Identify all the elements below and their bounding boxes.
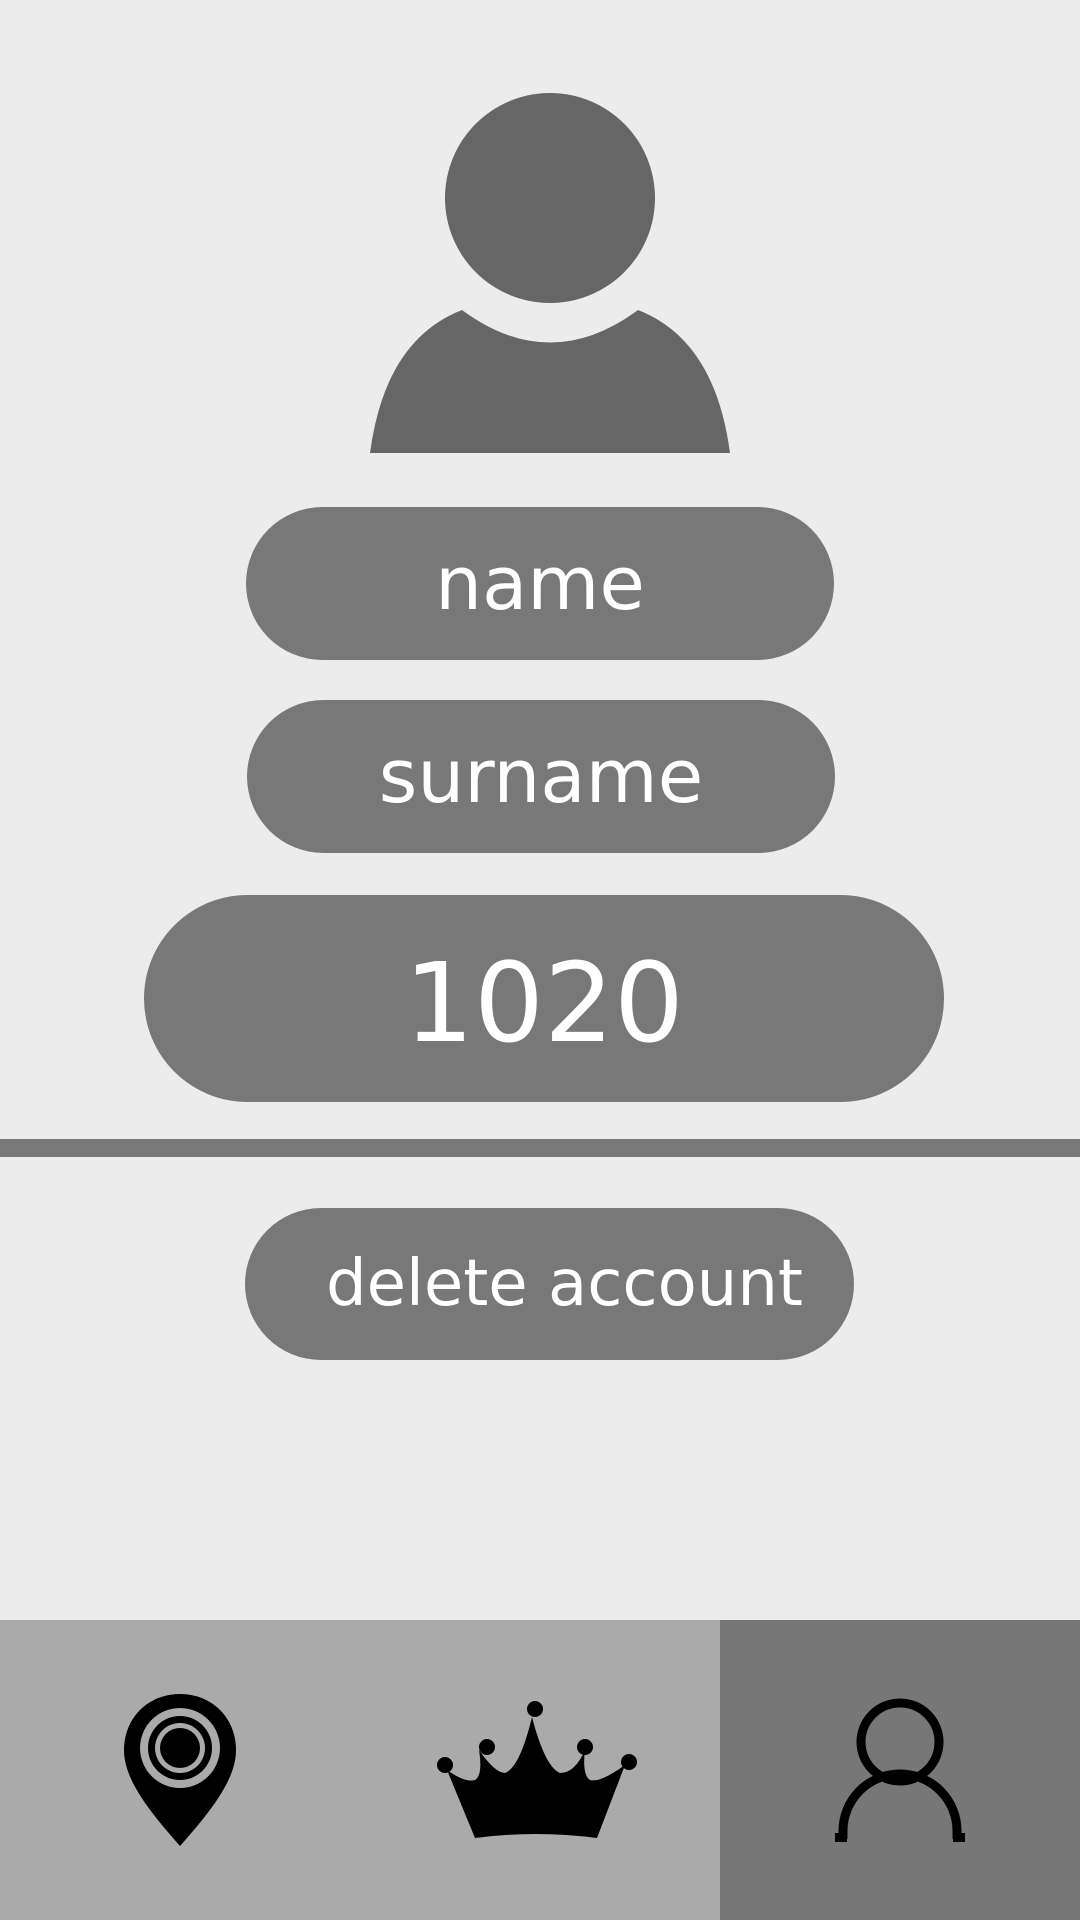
map-pin-icon [124, 1694, 236, 1846]
crown-icon [437, 1701, 637, 1838]
surname-text: surname [378, 733, 704, 820]
name-text: name [435, 540, 645, 627]
bottom-navigation [0, 1620, 1080, 1920]
surname-field[interactable]: surname [247, 700, 835, 853]
delete-account-button[interactable]: delete account [245, 1208, 854, 1360]
delete-account-label: delete account [326, 1247, 803, 1321]
score-badge: 1020 [144, 895, 944, 1102]
score-value: 1020 [404, 938, 684, 1067]
divider [0, 1139, 1080, 1157]
user-silhouette-icon [370, 93, 730, 453]
nav-item-map[interactable] [0, 1620, 360, 1920]
name-field[interactable]: name [246, 507, 834, 660]
profile-screen: name surname 1020 delete account [0, 0, 1080, 1920]
avatar [365, 90, 735, 460]
nav-item-leaderboard[interactable] [360, 1620, 720, 1920]
nav-item-profile[interactable] [720, 1620, 1080, 1920]
user-outline-icon [835, 1698, 965, 1842]
